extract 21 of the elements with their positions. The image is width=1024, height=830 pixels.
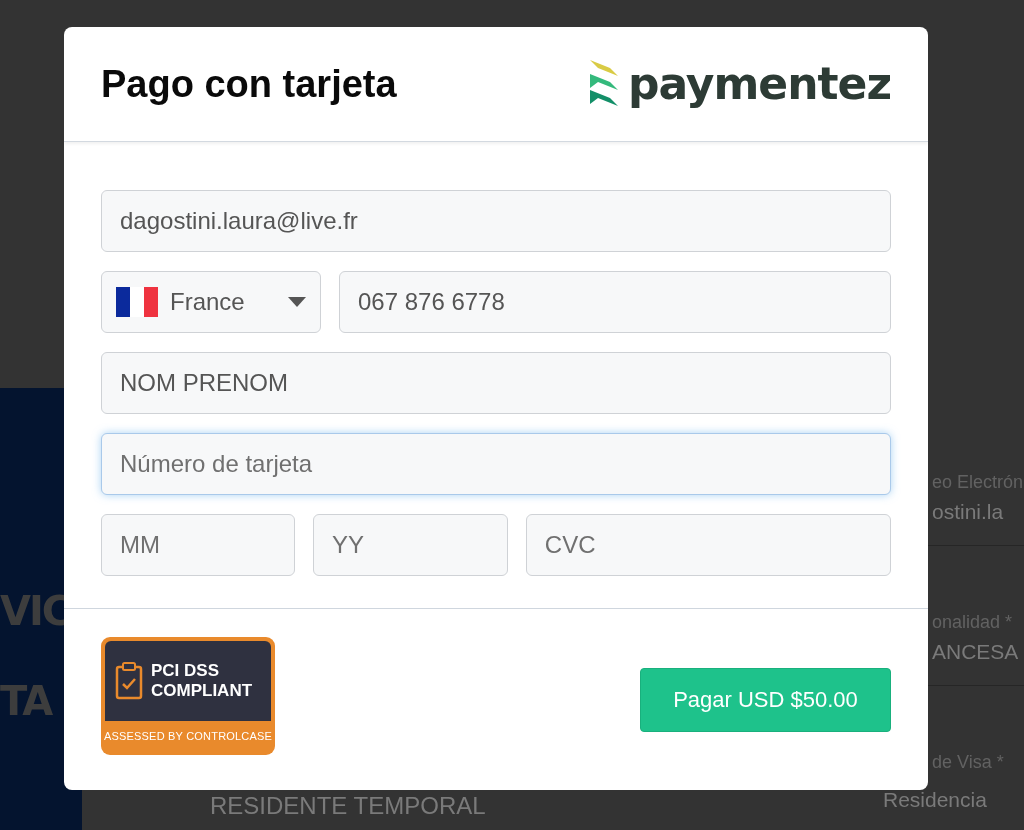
field-value: ostini.la [932, 499, 1004, 525]
flag-icon [116, 287, 158, 317]
field-value: RESIDENTE TEMPORAL [210, 791, 486, 821]
month-field[interactable]: MM [101, 514, 295, 576]
badge-caption: ASSESSED BY CONTROLCASE [103, 730, 273, 742]
year-field[interactable]: YY [312, 514, 508, 576]
name-field[interactable]: NOM PRENOM [101, 352, 891, 414]
badge-title: COMPLIANT [151, 681, 253, 701]
field-value: ANCESA [932, 639, 1019, 665]
email-field[interactable]: dagostini.laura@live.fr [101, 190, 891, 252]
card-number-field[interactable]: Número de tarjeta [101, 433, 891, 495]
clipboard-check-icon [115, 662, 143, 700]
phone-field[interactable]: 067 876 6778 [339, 271, 891, 333]
field-value: Residencia [883, 787, 987, 813]
caret-icon [288, 297, 306, 307]
cvc-field[interactable]: CVC [525, 514, 891, 576]
banner-text: TA [0, 677, 52, 726]
country-select[interactable]: France [101, 271, 321, 333]
badge-title: PCI DSS [151, 661, 221, 681]
dialog-title: Pago con tarjeta [101, 62, 397, 106]
logo-text: paymentez [628, 62, 891, 106]
